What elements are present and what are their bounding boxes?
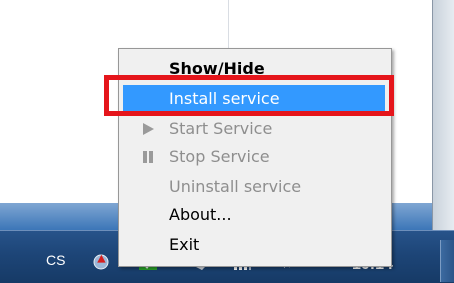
menu-item-exit[interactable]: Exit xyxy=(123,231,385,259)
right-window-edge xyxy=(432,0,454,230)
pause-icon xyxy=(143,151,153,163)
network-warning-icon[interactable] xyxy=(92,252,112,272)
menu-item-label: Uninstall service xyxy=(169,177,302,196)
menu-item-about[interactable]: About... xyxy=(123,201,385,229)
menu-item-label: Start Service xyxy=(169,119,273,138)
menu-item-stop-service[interactable]: Stop Service xyxy=(123,143,385,171)
play-icon xyxy=(143,123,154,135)
menu-item-label: About... xyxy=(169,205,232,224)
menu-item-uninstall-service[interactable]: Uninstall service xyxy=(123,173,385,201)
show-desktop-button[interactable] xyxy=(440,240,454,282)
menu-item-start-service[interactable]: Start Service xyxy=(123,115,385,143)
menu-item-label: Exit xyxy=(169,235,200,254)
menu-item-label: Stop Service xyxy=(169,147,270,166)
language-indicator[interactable]: CS xyxy=(46,252,65,268)
highlight-annotation-box xyxy=(104,75,394,116)
